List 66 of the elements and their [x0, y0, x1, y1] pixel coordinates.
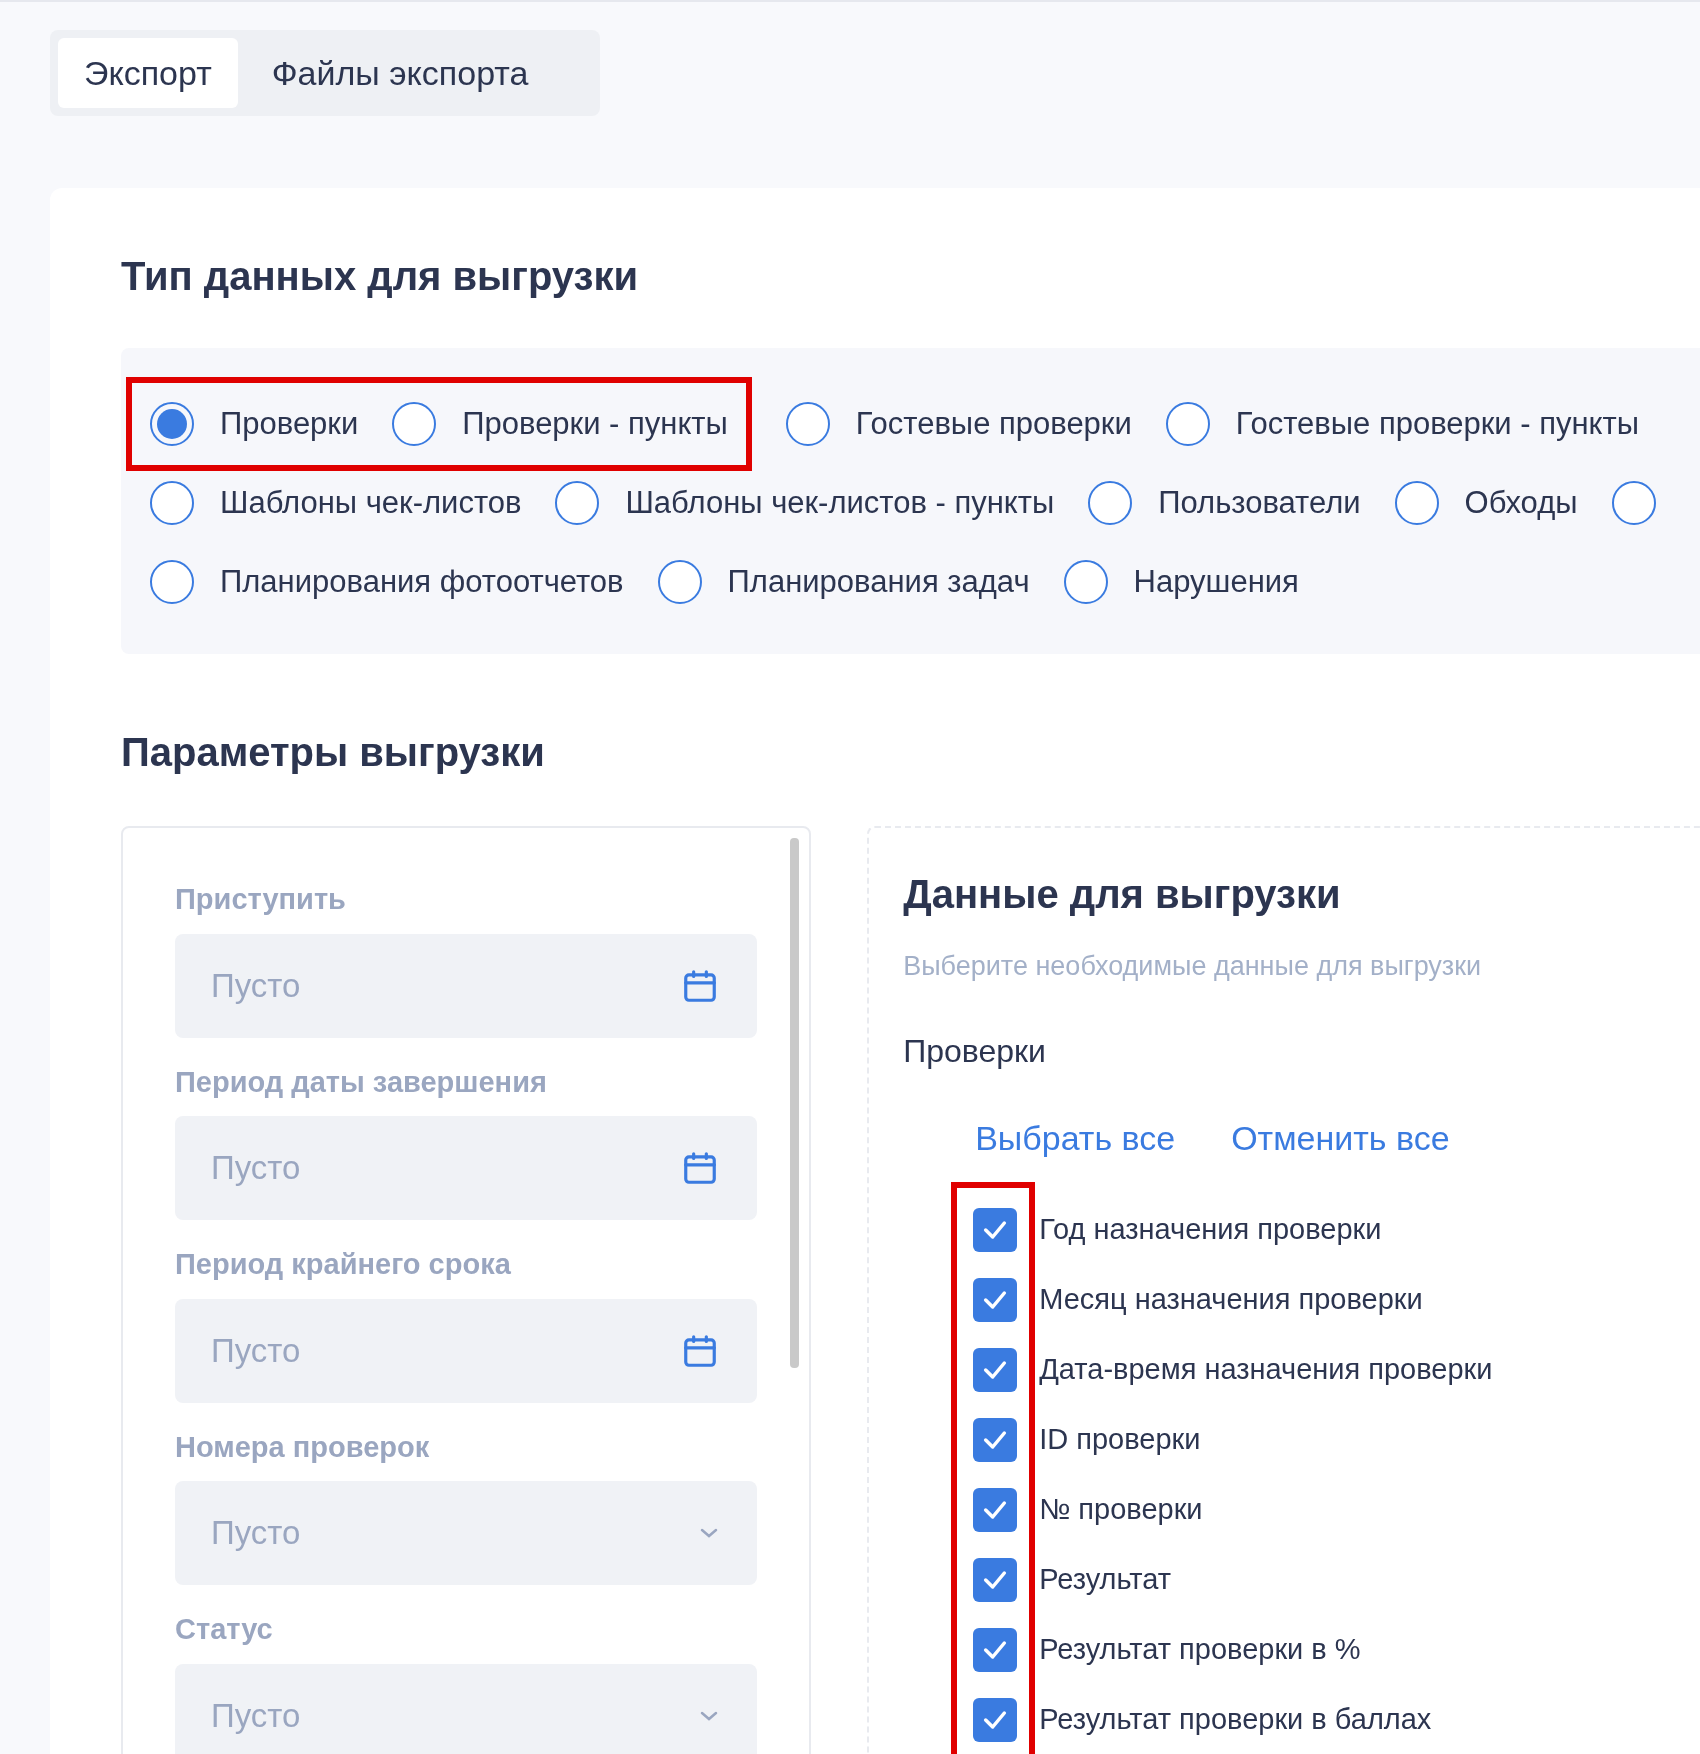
field-label: Статус	[175, 1612, 274, 1647]
radio-label: Пользователи	[1158, 483, 1361, 522]
field-label: Номера проверок	[175, 1429, 431, 1465]
checkbox[interactable]	[973, 1207, 1018, 1252]
field-label: Период крайнего срока	[175, 1247, 512, 1282]
checkbox[interactable]	[973, 1487, 1018, 1532]
radio-label: Нарушения	[1133, 562, 1299, 601]
select-field[interactable]: Пусто	[175, 1663, 758, 1754]
radio-button[interactable]	[150, 481, 194, 525]
checkbox-label: Результат	[1039, 1561, 1172, 1597]
checkbox-label: Месяц назначения проверки	[1039, 1281, 1423, 1317]
chevron-down-icon	[699, 1527, 720, 1539]
checkbox[interactable]	[973, 1347, 1018, 1392]
checkbox[interactable]	[973, 1277, 1018, 1322]
radio-label: Обходы	[1464, 483, 1578, 522]
radio-label: Гостевые проверки	[855, 404, 1132, 443]
placeholder: Пусто	[211, 1513, 301, 1554]
chevron-down-icon	[699, 1709, 720, 1722]
radio-button[interactable]	[555, 481, 600, 525]
panel-subtitle: Выберите необходимые данные для выгрузки	[903, 950, 1483, 983]
radio-button[interactable]	[657, 560, 702, 604]
checkbox-label: ID проверки	[1039, 1421, 1201, 1457]
radio-label: Проверки - пункты	[462, 404, 728, 443]
checkbox[interactable]	[973, 1557, 1018, 1602]
checkbox[interactable]	[973, 1627, 1018, 1672]
checkbox[interactable]	[973, 1417, 1018, 1462]
tab[interactable]: Файлы экспорта	[245, 38, 555, 108]
radio-button[interactable]	[1088, 481, 1133, 525]
radio-button[interactable]	[1165, 402, 1210, 446]
radio-label: Шаблоны чек-листов	[220, 483, 522, 522]
checkbox-label: Год назначения проверки	[1039, 1211, 1382, 1247]
date-field[interactable]: Пусто	[175, 933, 758, 1038]
radio-label: Гостевые проверки - пункты	[1235, 404, 1639, 443]
radio-label: Планирования задач	[727, 562, 1030, 601]
checkbox[interactable]	[973, 1697, 1018, 1742]
section-heading: Параметры выгрузки	[121, 729, 546, 776]
radio-button[interactable]	[1394, 481, 1439, 525]
deselect-all-link[interactable]: Отменить все	[1231, 1112, 1450, 1164]
select-all-link[interactable]: Выбрать все	[975, 1112, 1176, 1164]
date-field[interactable]: Пусто	[175, 1116, 758, 1220]
scrollbar[interactable]	[790, 838, 800, 1368]
field-label: Приступить	[175, 882, 347, 917]
radio-button[interactable]	[785, 402, 830, 446]
section-heading: Тип данных для выгрузки	[121, 253, 640, 300]
group-title: Проверки	[903, 1031, 1047, 1071]
radio-button[interactable]	[150, 402, 194, 446]
radio-button[interactable]	[150, 560, 194, 604]
checkbox-label: Результат проверки в баллах	[1039, 1701, 1432, 1737]
date-field[interactable]: Пусто	[175, 1298, 758, 1403]
radio-label: Планирования фотоотчетов	[220, 562, 624, 601]
placeholder: Пусто	[211, 1695, 301, 1736]
checkbox-label: Результат проверки в %	[1039, 1631, 1361, 1667]
radio-label: Шаблоны чек-листов - пункты	[625, 483, 1055, 522]
radio-button[interactable]	[392, 402, 437, 446]
placeholder: Пусто	[211, 1330, 301, 1371]
radio-label: Проверки	[220, 404, 359, 443]
field-label: Период даты завершения	[175, 1064, 548, 1100]
radio-button[interactable]	[1063, 560, 1108, 604]
radio-button[interactable]	[1611, 481, 1656, 525]
checkbox-label: № проверки	[1039, 1491, 1203, 1527]
placeholder: Пусто	[211, 1148, 301, 1189]
select-field[interactable]: Пусто	[175, 1481, 758, 1585]
tab[interactable]: Экспорт	[58, 38, 238, 108]
panel-heading: Данные для выгрузки	[903, 871, 1342, 918]
placeholder: Пусто	[211, 965, 301, 1006]
checkbox-label: Дата-время назначения проверки	[1039, 1351, 1493, 1387]
